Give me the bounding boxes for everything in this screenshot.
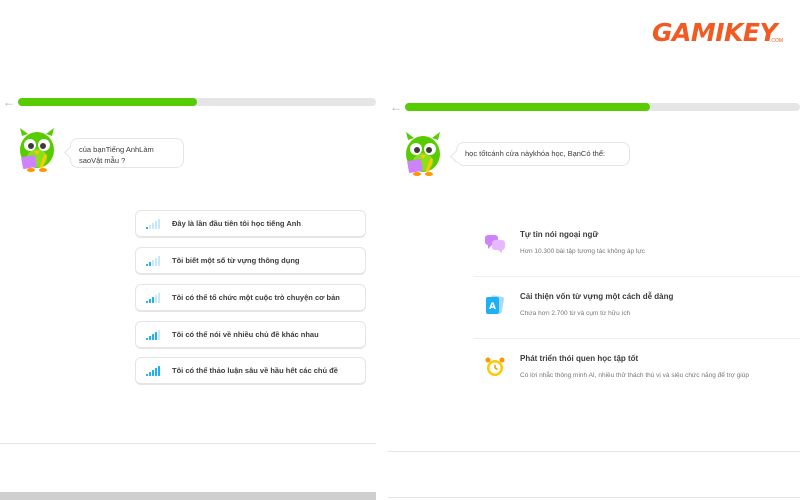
mascot-owl xyxy=(406,132,440,176)
flashcards-icon: A xyxy=(486,295,504,314)
speech-bubbles-icon xyxy=(485,235,505,253)
level-bar xyxy=(155,220,157,229)
level-bar xyxy=(152,369,154,376)
level-5-icon xyxy=(146,365,160,376)
level-bar xyxy=(158,218,160,229)
level-bar xyxy=(155,331,157,340)
feature-subtitle: Hơn 10.300 bài tập tương tác không áp lự… xyxy=(520,248,645,255)
level-bar xyxy=(149,335,151,340)
level-bar xyxy=(152,333,154,340)
level-bar xyxy=(152,222,154,229)
option-label: Đây là lần đầu tiên tôi học tiếng Anh xyxy=(172,219,301,228)
level-option-1[interactable]: Đây là lần đầu tiên tôi học tiếng Anh xyxy=(135,210,366,238)
level-option-2[interactable]: Tôi biết một số từ vựng thông dụng xyxy=(135,247,366,275)
speech-text: của bạnTiếng AnhLàm saoVật mẫu ? xyxy=(79,145,154,165)
footer-divider xyxy=(0,443,376,444)
footer-divider xyxy=(388,451,800,452)
mascot-owl xyxy=(20,128,54,172)
level-bar xyxy=(146,373,148,376)
logo-text: GAMIKEY xyxy=(652,18,778,47)
level-bar xyxy=(146,263,148,266)
level-bar xyxy=(146,226,148,229)
left-panel: ← của bạnTiếng AnhLàm saoVật mẫu ? Đây l… xyxy=(0,0,376,500)
panel-gap xyxy=(376,0,388,500)
progress-track xyxy=(18,98,376,106)
level-4-icon xyxy=(146,329,160,340)
level-bar xyxy=(155,257,157,266)
level-bar xyxy=(158,292,160,303)
right-panel: ← học tốtcánh cửa nàykhóa học, BạnCó thể… xyxy=(388,0,800,500)
gamikey-logo: GAMIKEY .COM xyxy=(652,12,792,50)
level-bar xyxy=(155,294,157,303)
alarm-clock-icon xyxy=(485,357,505,376)
level-1-icon xyxy=(146,218,160,229)
back-arrow-icon[interactable]: ← xyxy=(390,101,402,113)
back-arrow-icon[interactable]: ← xyxy=(3,96,15,108)
feature-item-habit: Phát triển thói quen học tập tốt Có lời … xyxy=(474,352,800,402)
bottom-edge xyxy=(388,497,800,498)
feature-item-speaking: Tự tin nói ngoại ngữ Hơn 10.300 bài tập … xyxy=(474,228,800,278)
speech-bubble: của bạnTiếng AnhLàm saoVật mẫu ? xyxy=(70,138,184,168)
option-label: Tôi có thể thảo luận sâu về hầu hết các … xyxy=(172,366,338,375)
level-bar xyxy=(152,296,154,303)
progress-track xyxy=(405,103,800,111)
feature-item-vocabulary: A Cải thiện vốn từ vựng một cách dễ dàng… xyxy=(474,290,800,340)
feature-divider xyxy=(474,276,800,277)
level-option-5[interactable]: Tôi có thể thảo luận sâu về hầu hết các … xyxy=(135,357,366,385)
feature-subtitle: Chứa hơn 2.700 từ và cụm từ hữu ích xyxy=(520,310,631,317)
logo-domain: .COM xyxy=(770,38,784,44)
level-option-4[interactable]: Tôi có thể nói về nhiều chủ đề khác nhau xyxy=(135,321,366,349)
level-bar xyxy=(158,329,160,340)
level-bar xyxy=(146,300,148,303)
progress-fill xyxy=(405,103,650,111)
feature-title: Tự tin nói ngoại ngữ xyxy=(520,230,599,239)
speech-bubble: học tốtcánh cửa nàykhóa học, BạnCó thể: xyxy=(456,142,630,166)
feature-divider xyxy=(474,338,800,339)
level-bar xyxy=(149,224,151,229)
svg-text:A: A xyxy=(489,302,496,312)
level-2-icon xyxy=(146,255,160,266)
level-bar xyxy=(158,365,160,376)
level-bar xyxy=(158,255,160,266)
level-bar xyxy=(146,337,148,340)
bottom-scrollbar[interactable] xyxy=(0,492,376,500)
speech-text: học tốtcánh cửa nàykhóa học, BạnCó thể: xyxy=(465,149,606,158)
level-bar xyxy=(149,261,151,266)
level-bar xyxy=(155,367,157,376)
progress-fill xyxy=(18,98,197,106)
level-3-icon xyxy=(146,292,160,303)
feature-title: Cải thiện vốn từ vựng một cách dễ dàng xyxy=(520,292,674,301)
level-bar xyxy=(152,259,154,266)
level-option-3[interactable]: Tôi có thể tổ chức một cuộc trò chuyện c… xyxy=(135,284,366,312)
feature-subtitle: Có lời nhắc thông minh AI, nhiều thử thá… xyxy=(520,372,749,379)
option-label: Tôi có thể tổ chức một cuộc trò chuyện c… xyxy=(172,293,340,302)
option-label: Tôi có thể nói về nhiều chủ đề khác nhau xyxy=(172,330,319,339)
feature-title: Phát triển thói quen học tập tốt xyxy=(520,354,639,363)
option-label: Tôi biết một số từ vựng thông dụng xyxy=(172,256,300,265)
level-bar xyxy=(149,298,151,303)
level-bar xyxy=(149,371,151,376)
